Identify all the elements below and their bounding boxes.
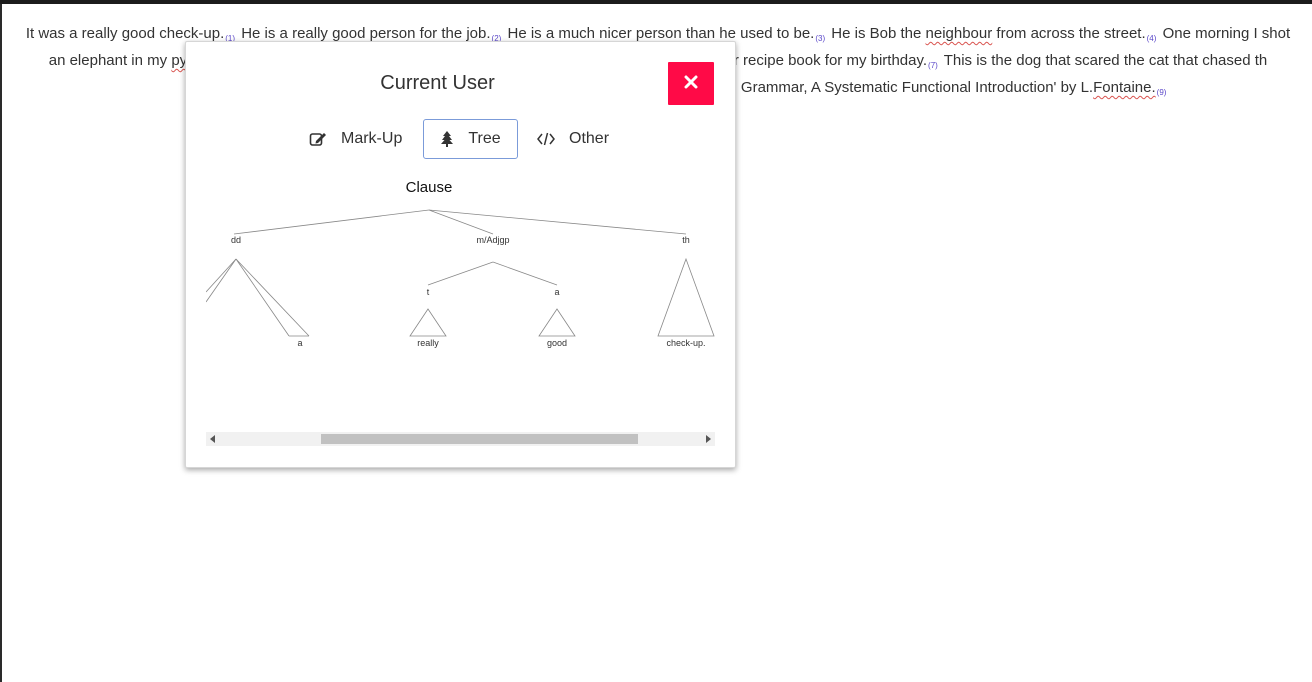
tab-other[interactable]: Other (537, 119, 609, 159)
tab-tree[interactable]: Tree (423, 119, 518, 159)
sentence-number: (3) (815, 34, 826, 43)
top-bar (0, 0, 1312, 4)
sentence-2[interactable]: He is a really good person for the job.(… (241, 25, 503, 43)
tree-leaf-label: good (547, 338, 567, 348)
code-icon (537, 132, 555, 146)
tab-label: Other (569, 130, 610, 147)
sentence-8[interactable]: English Grammar, A Systematic Functional… (688, 79, 1169, 97)
sentence-1[interactable]: It was a really good check-up.(1) (26, 25, 237, 43)
view-tabs: Mark-Up Tree Other (186, 119, 735, 161)
close-button[interactable] (668, 62, 714, 105)
sentence-4[interactable]: He is Bob the neighbour from across the … (831, 25, 1158, 43)
tree-leaf-label: really (417, 338, 439, 348)
tree-node-label: th (682, 235, 690, 245)
tab-label: Mark-Up (341, 130, 403, 147)
left-edge-bar (0, 4, 2, 682)
tree-viewport[interactable]: Clause dd m/Adjgp th t a a really good c… (206, 172, 715, 432)
tab-markup[interactable]: Mark-Up (309, 119, 402, 159)
sentence-number: (9) (1156, 88, 1167, 97)
sentence-3[interactable]: He is a much nicer person than he used t… (507, 25, 827, 43)
tab-label: Tree (468, 130, 501, 147)
scrollbar-thumb[interactable] (321, 434, 638, 444)
syntax-tree: Clause dd m/Adjgp th t a a really good c… (206, 179, 715, 348)
current-user-modal: Current User Mark-Up Tree Other Clause d… (185, 41, 736, 468)
tree-branches (206, 209, 715, 337)
close-icon (684, 75, 698, 92)
sentence-7[interactable]: This is the dog that scared the cat (944, 52, 1169, 69)
tree-node-label: a (554, 287, 559, 297)
sentence-number: (4) (1146, 34, 1157, 43)
sentence-number: (7) (928, 61, 938, 70)
scroll-left-icon[interactable] (210, 435, 215, 443)
tree-node-label: dd (231, 235, 241, 245)
edit-icon (309, 131, 327, 147)
scroll-right-icon[interactable] (706, 435, 711, 443)
tree-leaf-label: check-up. (666, 338, 705, 348)
modal-title: Current User (380, 72, 495, 94)
tree-node-label: t (427, 287, 430, 297)
tree-node-label: m/Adjgp (476, 235, 509, 245)
tree-icon (440, 131, 454, 147)
horizontal-scrollbar[interactable] (206, 432, 715, 446)
tree-leaf-label: a (297, 338, 302, 348)
tree-root-label: Clause (406, 179, 453, 196)
